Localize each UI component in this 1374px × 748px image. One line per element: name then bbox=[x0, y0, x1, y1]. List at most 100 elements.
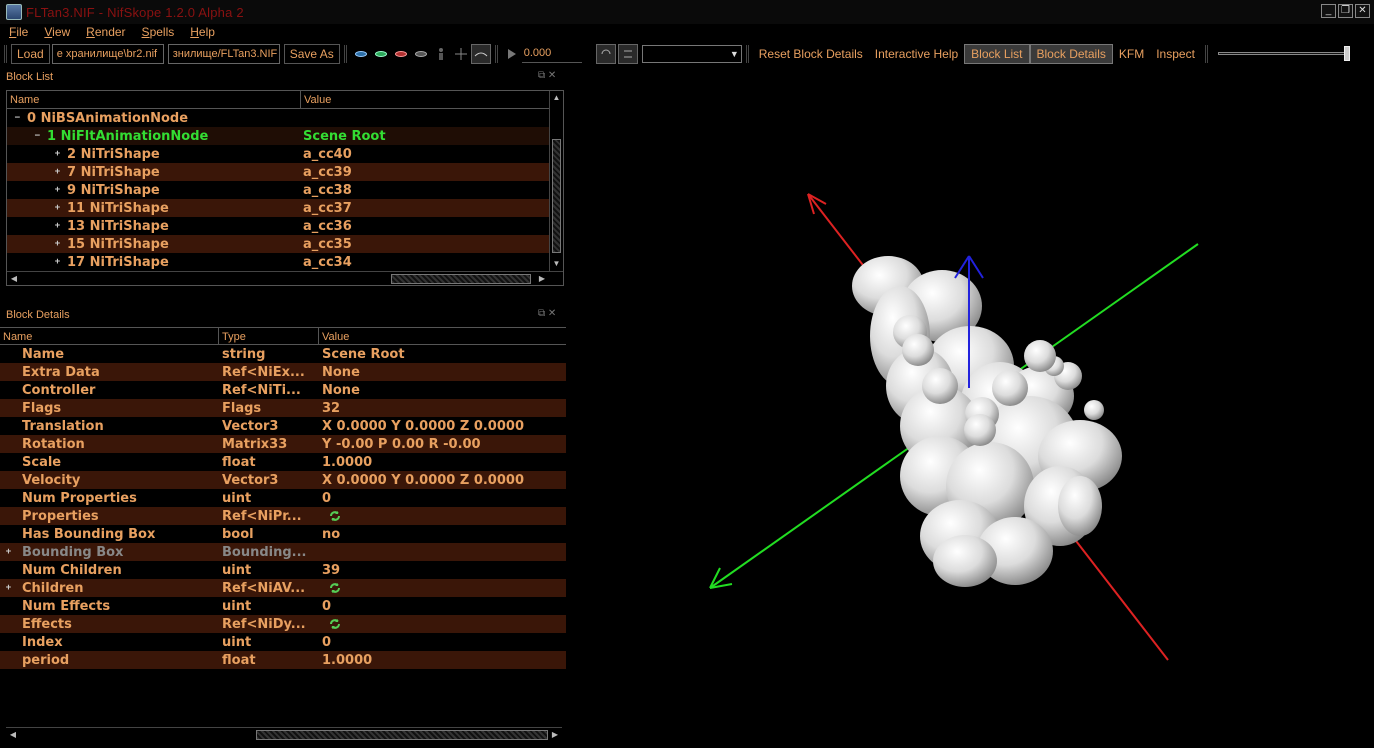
menu-spells[interactable]: Spells bbox=[133, 24, 182, 40]
expand-icon[interactable]: + bbox=[53, 239, 62, 249]
time-field[interactable]: 0.000 bbox=[521, 45, 582, 63]
block-details-hscroll[interactable]: ◀ ▶ bbox=[6, 727, 562, 741]
block-list-row[interactable]: −1 NiFltAnimationNode Scene Root bbox=[7, 127, 563, 145]
scroll-thumb[interactable] bbox=[256, 730, 548, 740]
load-path-field[interactable]: е хранилище\br2.nif bbox=[51, 44, 164, 64]
toolbar-grip[interactable] bbox=[745, 45, 749, 63]
detail-row[interactable]: Extra Data Ref<NiEx... None bbox=[0, 363, 566, 381]
toolbar-grip[interactable] bbox=[494, 45, 498, 63]
collapse-icon[interactable]: − bbox=[33, 131, 42, 141]
play-icon[interactable] bbox=[502, 44, 522, 64]
block-list-toggle[interactable]: Block List bbox=[964, 44, 1030, 64]
detail-value[interactable]: Scene Root bbox=[322, 347, 566, 362]
detail-value[interactable]: 1.0000 bbox=[322, 455, 566, 470]
slider-thumb[interactable] bbox=[1343, 46, 1350, 61]
walk-icon[interactable] bbox=[431, 44, 451, 64]
view-side-icon[interactable] bbox=[391, 44, 411, 64]
expand-icon[interactable]: + bbox=[4, 547, 13, 557]
scroll-thumb[interactable] bbox=[391, 274, 531, 284]
detail-value[interactable]: 1.0000 bbox=[322, 653, 566, 668]
toolbar-grip[interactable] bbox=[4, 45, 7, 63]
column-value[interactable]: Value bbox=[301, 91, 549, 108]
loop-icon[interactable] bbox=[595, 44, 616, 64]
detail-row[interactable]: period float 1.0000 bbox=[0, 651, 566, 669]
toolbar-grip[interactable] bbox=[1204, 45, 1208, 63]
menu-help[interactable]: Help bbox=[181, 24, 222, 40]
minimize-button[interactable]: _ bbox=[1321, 4, 1336, 18]
detail-row[interactable]: Effects Ref<NiDy... bbox=[0, 615, 566, 633]
detail-row[interactable]: Index uint 0 bbox=[0, 633, 566, 651]
menu-file[interactable]: File bbox=[0, 24, 35, 40]
load-button[interactable]: Load bbox=[11, 44, 50, 64]
detail-value[interactable]: None bbox=[322, 365, 566, 380]
animation-select[interactable]: ▼ bbox=[641, 45, 742, 63]
detail-value[interactable]: Y -0.00 P 0.00 R -0.00 bbox=[322, 437, 566, 452]
toolbar-grip[interactable] bbox=[343, 45, 347, 63]
block-list-row[interactable]: +15 NiTriShape a_cc35 bbox=[7, 235, 563, 253]
detail-value[interactable] bbox=[322, 510, 566, 522]
detail-row[interactable]: Flags Flags 32 bbox=[0, 399, 566, 417]
detail-value[interactable] bbox=[322, 618, 566, 630]
detail-row[interactable]: + Children Ref<NiAV... bbox=[0, 579, 566, 597]
lighting-icon[interactable] bbox=[470, 44, 491, 64]
block-list-row[interactable]: +2 NiTriShape a_cc40 bbox=[7, 145, 563, 163]
block-list-hscroll[interactable]: ◀ ▶ bbox=[7, 271, 563, 285]
block-details-toggle[interactable]: Block Details bbox=[1029, 44, 1113, 64]
detail-row[interactable]: Properties Ref<NiPr... bbox=[0, 507, 566, 525]
render-viewport[interactable] bbox=[570, 66, 1374, 748]
block-list-row[interactable]: −0 NiBSAnimationNode bbox=[7, 109, 563, 127]
dock-controls[interactable]: ⧉ ✕ bbox=[538, 70, 556, 81]
detail-value[interactable]: 0 bbox=[322, 635, 566, 650]
maximize-button[interactable]: ❐ bbox=[1338, 4, 1353, 18]
menu-view[interactable]: View bbox=[35, 24, 77, 40]
block-list-row[interactable]: +17 NiTriShape a_cc34 bbox=[7, 253, 563, 271]
menu-render[interactable]: Render bbox=[77, 24, 132, 40]
detail-value[interactable]: X 0.0000 Y 0.0000 Z 0.0000 bbox=[322, 419, 566, 434]
column-value[interactable]: Value bbox=[319, 328, 564, 344]
column-name[interactable]: Name bbox=[0, 328, 219, 344]
expand-icon[interactable]: + bbox=[4, 583, 13, 593]
link-refresh-icon[interactable] bbox=[328, 510, 342, 522]
collapse-icon[interactable]: − bbox=[13, 113, 22, 123]
detail-row[interactable]: Name string Scene Root bbox=[0, 345, 566, 363]
detail-value[interactable]: 0 bbox=[322, 491, 566, 506]
detail-row[interactable]: Num Properties uint 0 bbox=[0, 489, 566, 507]
link-refresh-icon[interactable] bbox=[328, 618, 342, 630]
block-list-vscroll[interactable]: ▲ ▼ bbox=[549, 91, 563, 271]
inspect-button[interactable]: Inspect bbox=[1150, 44, 1201, 64]
close-button[interactable]: ✕ bbox=[1355, 4, 1370, 18]
expand-icon[interactable]: + bbox=[53, 203, 62, 213]
time-slider[interactable] bbox=[1216, 45, 1352, 63]
save-as-button[interactable]: Save As bbox=[283, 44, 340, 64]
detail-value[interactable]: 39 bbox=[322, 563, 566, 578]
switch-icon[interactable] bbox=[617, 44, 638, 64]
axes-icon[interactable] bbox=[451, 44, 471, 64]
expand-icon[interactable]: + bbox=[53, 221, 62, 231]
detail-row[interactable]: Num Children uint 39 bbox=[0, 561, 566, 579]
kfm-button[interactable]: KFM bbox=[1113, 44, 1150, 64]
detail-row[interactable]: Num Effects uint 0 bbox=[0, 597, 566, 615]
detail-value[interactable] bbox=[322, 582, 566, 594]
view-top-icon[interactable] bbox=[351, 44, 371, 64]
detail-row[interactable]: Rotation Matrix33 Y -0.00 P 0.00 R -0.00 bbox=[0, 435, 566, 453]
block-list-row[interactable]: +13 NiTriShape a_cc36 bbox=[7, 217, 563, 235]
detail-value[interactable]: X 0.0000 Y 0.0000 Z 0.0000 bbox=[322, 473, 566, 488]
detail-row[interactable]: Velocity Vector3 X 0.0000 Y 0.0000 Z 0.000… bbox=[0, 471, 566, 489]
detail-value[interactable]: 0 bbox=[322, 599, 566, 614]
block-list-row[interactable]: +9 NiTriShape a_cc38 bbox=[7, 181, 563, 199]
column-name[interactable]: Name bbox=[7, 91, 301, 108]
expand-icon[interactable]: + bbox=[53, 149, 62, 159]
view-user-icon[interactable] bbox=[411, 44, 431, 64]
expand-icon[interactable]: + bbox=[53, 257, 62, 267]
expand-icon[interactable]: + bbox=[53, 167, 62, 177]
detail-value[interactable]: no bbox=[322, 527, 566, 542]
interactive-help-button[interactable]: Interactive Help bbox=[869, 44, 964, 64]
link-refresh-icon[interactable] bbox=[328, 582, 342, 594]
block-list-row[interactable]: +7 NiTriShape a_cc39 bbox=[7, 163, 563, 181]
view-front-icon[interactable] bbox=[371, 44, 391, 64]
detail-value[interactable]: 32 bbox=[322, 401, 566, 416]
scroll-thumb[interactable] bbox=[552, 139, 561, 253]
save-path-field[interactable]: знилище/FLTan3.NIF bbox=[167, 44, 280, 64]
detail-row[interactable]: + Bounding Box Bounding... bbox=[0, 543, 566, 561]
detail-row[interactable]: Controller Ref<NiTi... None bbox=[0, 381, 566, 399]
